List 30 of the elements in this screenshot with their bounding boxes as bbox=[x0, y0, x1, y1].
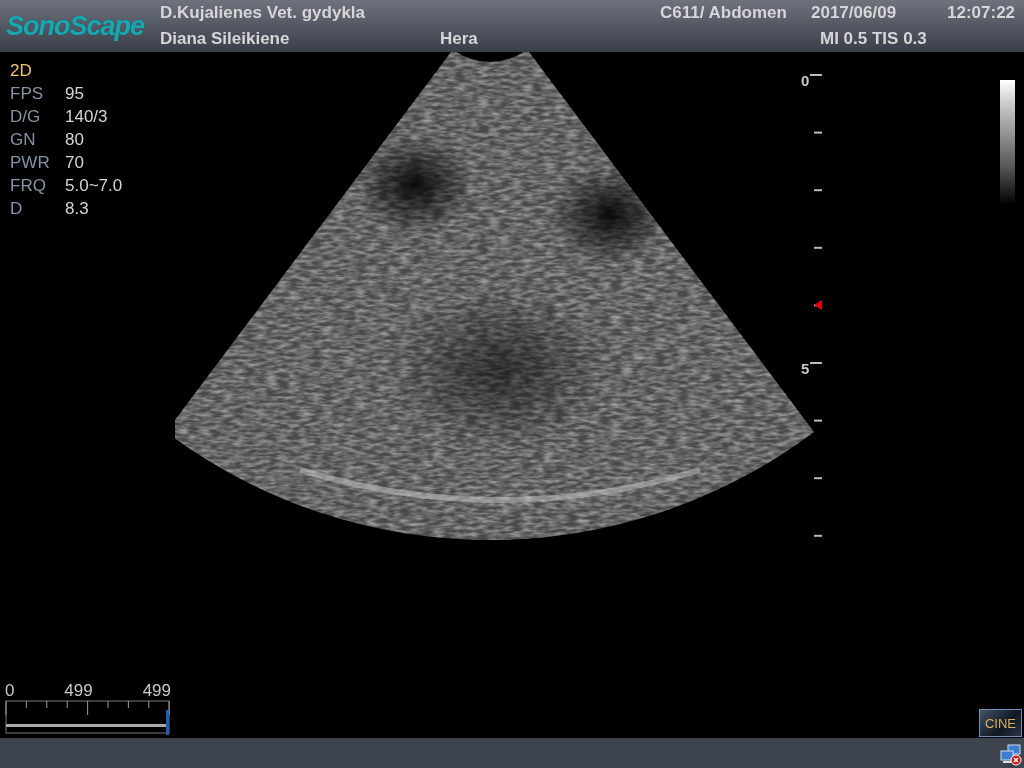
network-disconnected-icon bbox=[1000, 744, 1022, 766]
clinic-name: D.Kujalienes Vet. gydykla bbox=[160, 3, 367, 23]
parameter-value: 70 bbox=[65, 152, 84, 174]
cine-current: 499 bbox=[64, 682, 93, 699]
logo: SonoScape bbox=[5, 9, 146, 43]
parameter-value: 95 bbox=[65, 83, 84, 105]
safety-indices: MI 0.5 TIS 0.3 bbox=[819, 29, 928, 49]
patient-name: Hera bbox=[440, 29, 479, 49]
parameter-value: 80 bbox=[65, 129, 84, 151]
probe-preset: C611/ Abdomen bbox=[660, 3, 788, 23]
cine-button[interactable]: CINE bbox=[979, 709, 1022, 737]
exam-time: 12:07:22 bbox=[947, 3, 1017, 23]
cine-total: 499 bbox=[142, 682, 171, 699]
depth-label: 5 bbox=[801, 360, 810, 377]
parameter-label: PWR bbox=[10, 152, 51, 174]
exam-date: 2017/06/09 bbox=[811, 3, 898, 23]
parameter-label: GN bbox=[10, 129, 37, 151]
parameter-label: D/G bbox=[10, 106, 42, 128]
cine-ruler[interactable] bbox=[5, 699, 171, 735]
operator-name: Diana Sileikiene bbox=[160, 29, 291, 49]
cine-start: 0 bbox=[5, 682, 15, 699]
parameter-label: D bbox=[10, 198, 24, 220]
imaging-mode: 2D bbox=[10, 60, 33, 82]
parameter-value: 8.3 bbox=[65, 198, 89, 220]
parameter-label: FRQ bbox=[10, 175, 47, 197]
playback-marker[interactable] bbox=[166, 710, 169, 735]
parameter-value: 5.0~7.0 bbox=[65, 175, 123, 197]
parameter-label: FPS bbox=[10, 83, 45, 105]
parameter-value: 140/3 bbox=[65, 106, 108, 128]
depth-label: 0 bbox=[801, 72, 810, 89]
